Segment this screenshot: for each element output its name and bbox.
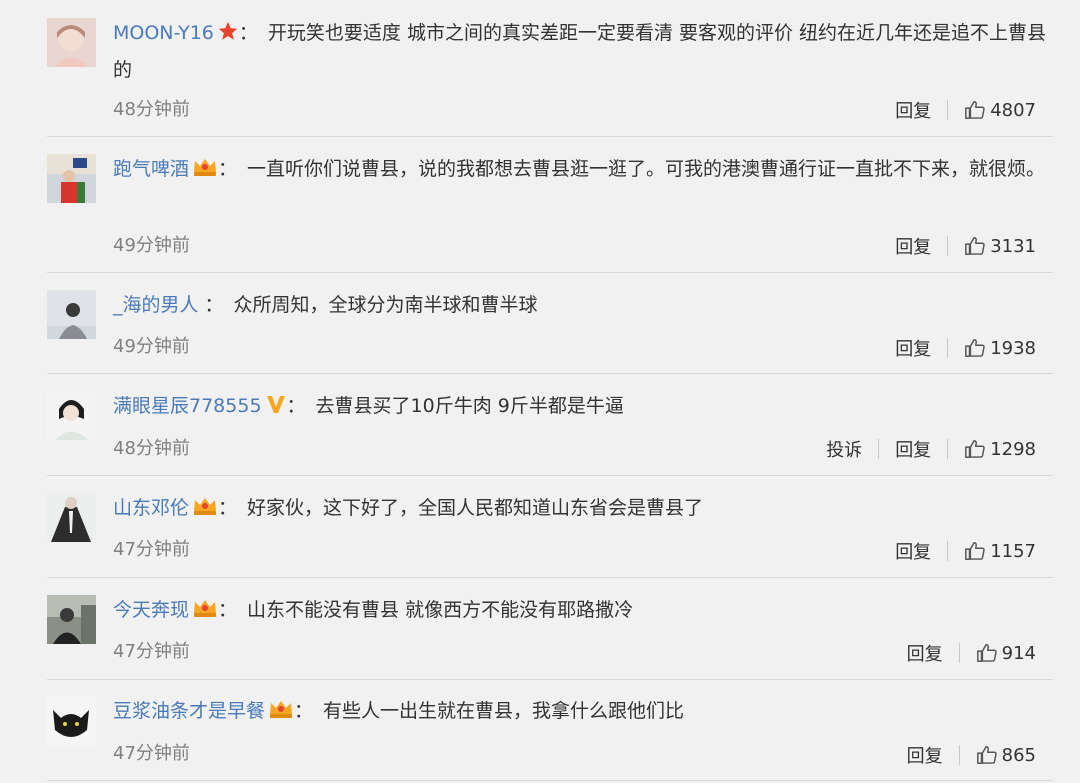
divider bbox=[47, 373, 1053, 374]
colon: ： bbox=[238, 22, 258, 44]
reply-button[interactable]: 回复 bbox=[895, 436, 931, 462]
comment-text: 有些人一出生就在曹县，我拿什么跟他们比 bbox=[323, 700, 685, 722]
reply-button[interactable]: 回复 bbox=[895, 335, 931, 361]
colon: ： bbox=[294, 700, 314, 722]
thumb-up-icon bbox=[965, 237, 985, 255]
username-link[interactable]: 山东邓伦 bbox=[113, 497, 189, 519]
thumb-up-icon bbox=[976, 644, 997, 662]
comment-line: 豆浆油条才是早餐 ： 有些人一出生就在曹县，我拿什么跟他们比 bbox=[113, 693, 1056, 730]
thumb-up-icon bbox=[965, 542, 985, 560]
crown-badge-icon[interactable] bbox=[192, 156, 218, 178]
like-count: 1157 bbox=[990, 540, 1036, 562]
comment-time: 48分钟前 bbox=[113, 99, 190, 120]
reply-button[interactable]: 回复 bbox=[907, 742, 943, 768]
comment-line: 今天奔现 ： 山东不能没有曹县 就像西方不能没有耶路撒冷 bbox=[113, 592, 1056, 629]
comment-line: 跑气啤酒 ： 一直听你们说曹县，说的我都想去曹县逛一逛了。可我的港澳曹通行证一直批不… bbox=[113, 151, 1056, 188]
divider bbox=[47, 577, 1053, 578]
divider bbox=[47, 475, 1053, 476]
comment-time: 49分钟前 bbox=[113, 336, 190, 357]
like-count: 1298 bbox=[990, 438, 1036, 460]
crown-badge-icon[interactable] bbox=[268, 698, 294, 720]
like-count: 914 bbox=[1001, 642, 1036, 664]
divider bbox=[47, 136, 1053, 137]
separator bbox=[958, 745, 960, 765]
avatar[interactable] bbox=[47, 595, 96, 644]
like-count: 3131 bbox=[990, 235, 1036, 257]
reply-button[interactable]: 回复 bbox=[907, 640, 943, 666]
separator bbox=[878, 439, 880, 459]
separator bbox=[958, 643, 960, 663]
separator bbox=[947, 439, 949, 459]
like-button[interactable]: 4807 bbox=[964, 99, 1036, 121]
comment-actions: 回复 1938 bbox=[895, 335, 1036, 361]
comment-time: 49分钟前 bbox=[113, 235, 190, 256]
colon: ： bbox=[286, 395, 306, 417]
like-count: 4807 bbox=[990, 99, 1036, 121]
like-button[interactable]: 1157 bbox=[964, 540, 1036, 562]
crown-badge-icon[interactable] bbox=[192, 597, 218, 619]
comment-line: 满眼星辰778555 ： 去曹县买了10斤牛肉 9斤半都是牛逼 bbox=[113, 388, 1056, 425]
reply-button[interactable]: 回复 bbox=[895, 233, 931, 259]
avatar[interactable] bbox=[47, 154, 96, 203]
comment-line: 山东邓伦 ： 好家伙，这下好了，全国人民都知道山东省会是曹县了 bbox=[113, 490, 1056, 527]
separator bbox=[947, 236, 949, 256]
divider bbox=[47, 272, 1053, 273]
colon: ： bbox=[218, 497, 238, 519]
comment-line: _海的男人： 众所周知，全球分为南半球和曹半球 bbox=[113, 287, 1056, 324]
username-link[interactable]: 满眼星辰778555 bbox=[113, 395, 262, 417]
comment-actions: 回复 914 bbox=[907, 640, 1036, 666]
comment-actions: 回复 1157 bbox=[895, 538, 1036, 564]
comment-actions: 回复 3131 bbox=[895, 233, 1036, 259]
reply-button[interactable]: 回复 bbox=[895, 97, 931, 123]
like-button[interactable]: 1298 bbox=[964, 438, 1036, 460]
comment-actions: 回复 865 bbox=[907, 742, 1036, 768]
reply-button[interactable]: 回复 bbox=[895, 538, 931, 564]
v-badge-icon[interactable] bbox=[265, 393, 287, 415]
comment-text: 山东不能没有曹县 就像西方不能没有耶路撒冷 bbox=[247, 599, 634, 621]
comment-time: 48分钟前 bbox=[113, 438, 190, 459]
thumb-up-icon bbox=[965, 440, 985, 458]
comment-time: 47分钟前 bbox=[113, 743, 190, 764]
colon: ： bbox=[204, 294, 224, 316]
comment-time: 47分钟前 bbox=[113, 539, 190, 560]
colon: ： bbox=[218, 599, 238, 621]
like-button[interactable]: 3131 bbox=[964, 235, 1036, 257]
like-button[interactable]: 914 bbox=[976, 642, 1036, 664]
divider bbox=[47, 780, 1053, 781]
username-link[interactable]: MOON-Y16 bbox=[113, 22, 214, 44]
avatar[interactable] bbox=[47, 18, 96, 67]
separator bbox=[947, 541, 949, 561]
like-button[interactable]: 1938 bbox=[964, 337, 1036, 359]
report-button[interactable]: 投诉 bbox=[826, 436, 862, 462]
comment-text: 众所周知，全球分为南半球和曹半球 bbox=[233, 294, 538, 316]
avatar[interactable] bbox=[47, 290, 96, 339]
thumb-up-icon bbox=[976, 746, 997, 764]
like-button[interactable]: 865 bbox=[976, 744, 1036, 766]
separator bbox=[947, 338, 949, 358]
comment-text: 一直听你们说曹县，说的我都想去曹县逛一逛了。可我的港澳曹通行证一直批不下来，就很… bbox=[247, 158, 1046, 180]
comment-actions: 投诉 回复 1298 bbox=[826, 436, 1036, 462]
comment-time: 47分钟前 bbox=[113, 641, 190, 662]
comment-text: 去曹县买了10斤牛肉 9斤半都是牛逼 bbox=[315, 395, 624, 417]
crown-badge-icon[interactable] bbox=[192, 495, 218, 517]
comment-line: MOON-Y16：开玩笑也要适度 城市之间的真实差距一定要看清 要客观的评价 纽… bbox=[113, 15, 1056, 89]
thumb-up-icon bbox=[965, 101, 985, 119]
star-badge-icon[interactable] bbox=[217, 20, 239, 42]
username-link[interactable]: 今天奔现 bbox=[113, 599, 189, 621]
like-count: 1938 bbox=[990, 337, 1036, 359]
comment-text: 好家伙，这下好了，全国人民都知道山东省会是曹县了 bbox=[247, 497, 704, 519]
username-link[interactable]: _海的男人 bbox=[113, 294, 199, 316]
avatar[interactable] bbox=[47, 493, 96, 542]
avatar[interactable] bbox=[47, 391, 96, 440]
separator bbox=[947, 100, 949, 120]
username-link[interactable]: 跑气啤酒 bbox=[113, 158, 189, 180]
divider bbox=[47, 679, 1053, 680]
avatar[interactable] bbox=[47, 696, 96, 745]
username-link[interactable]: 豆浆油条才是早餐 bbox=[113, 700, 265, 722]
colon: ： bbox=[218, 158, 238, 180]
comment-actions: 回复 4807 bbox=[895, 97, 1036, 123]
thumb-up-icon bbox=[965, 339, 985, 357]
like-count: 865 bbox=[1001, 744, 1036, 766]
